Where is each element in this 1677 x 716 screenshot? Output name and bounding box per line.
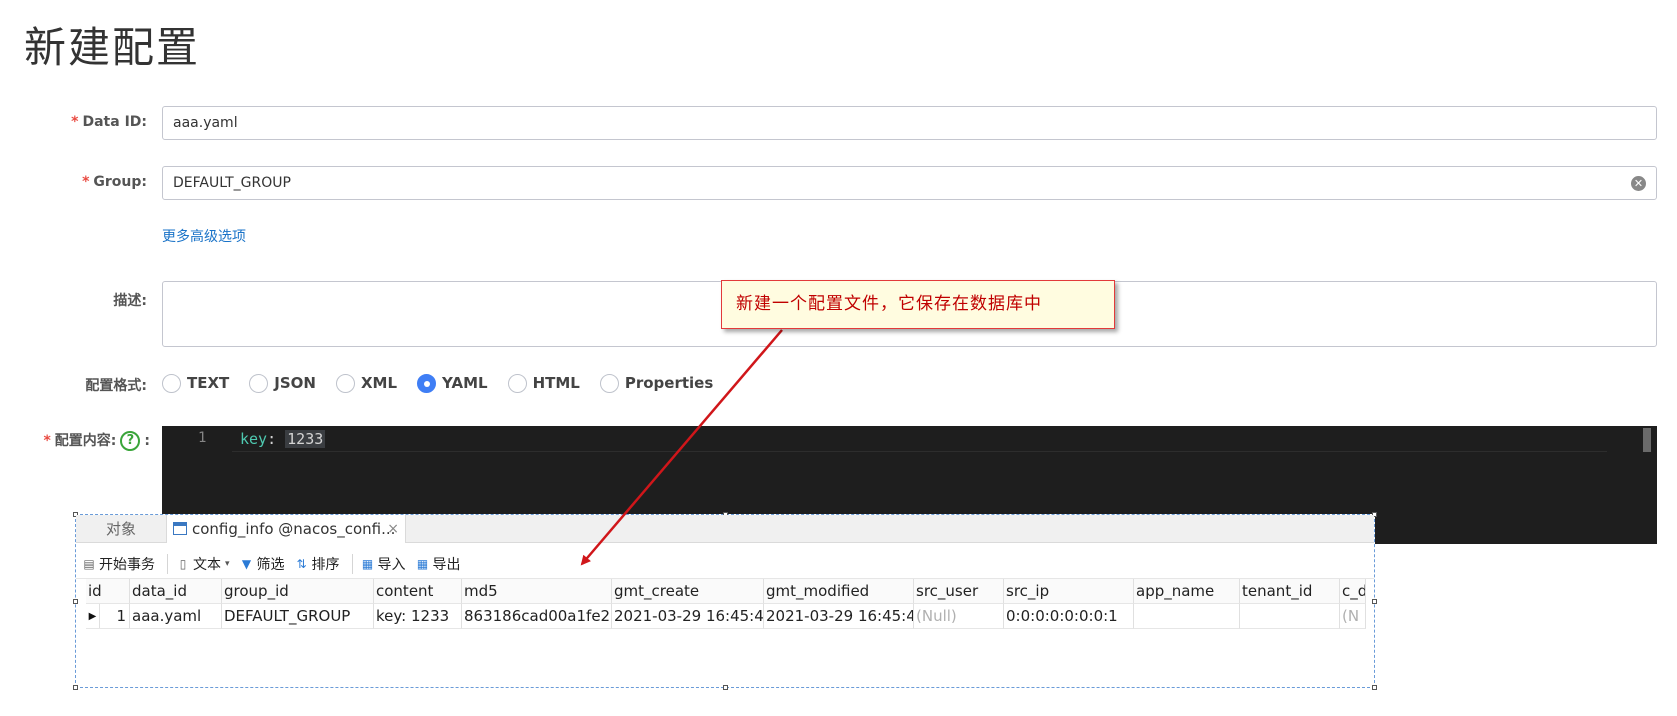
sort-button[interactable]: ⇅ 排序 bbox=[295, 554, 340, 574]
toolbar-divider bbox=[351, 553, 353, 574]
cell-src-user[interactable]: (Null) bbox=[914, 604, 1004, 629]
format-label: 配置格式: bbox=[85, 378, 147, 394]
resize-handle[interactable] bbox=[73, 685, 78, 690]
column-header-app-name[interactable]: app_name bbox=[1134, 579, 1240, 604]
help-icon[interactable]: ? bbox=[120, 431, 141, 451]
export-icon: ▦ bbox=[416, 556, 429, 571]
cell-app-name[interactable] bbox=[1134, 604, 1240, 629]
required-mark: * bbox=[71, 114, 79, 130]
group-input[interactable]: DEFAULT_GROUP ✕ bbox=[162, 166, 1657, 200]
column-header-src-ip[interactable]: src_ip bbox=[1004, 579, 1134, 604]
cell-content[interactable]: key: 1233 bbox=[374, 604, 462, 629]
resize-handle[interactable] bbox=[1372, 599, 1377, 604]
format-radio-group: TEXT JSON XML YAML HTML Properties bbox=[162, 372, 733, 394]
column-header-md5[interactable]: md5 bbox=[462, 579, 612, 604]
cell-md5[interactable]: 863186cad00a1fe2a bbox=[462, 604, 612, 629]
data-id-label: * Data ID: bbox=[71, 114, 147, 130]
advanced-options-link[interactable]: 更多高级选项 bbox=[162, 226, 246, 246]
column-header-gmt-create[interactable]: gmt_create bbox=[612, 579, 764, 604]
resize-handle[interactable] bbox=[723, 685, 728, 690]
table-icon bbox=[173, 522, 187, 535]
cell-gmt-create[interactable]: 2021-03-29 16:45:47 bbox=[612, 604, 764, 629]
page-title: 新建配置 bbox=[24, 23, 201, 72]
group-value: DEFAULT_GROUP bbox=[173, 175, 291, 191]
format-option-json[interactable]: JSON bbox=[249, 373, 316, 393]
tab-objects[interactable]: 对象 bbox=[76, 515, 166, 543]
radio-icon bbox=[249, 373, 269, 393]
cell-data-id[interactable]: aaa.yaml bbox=[130, 604, 222, 629]
filter-icon: ▼ bbox=[241, 556, 252, 571]
cell-id: ▶ 1 bbox=[86, 604, 130, 629]
filter-button[interactable]: ▼ 筛选 bbox=[240, 554, 285, 574]
column-header-data-id[interactable]: data_id bbox=[130, 579, 222, 604]
column-header-src-user[interactable]: src_user bbox=[914, 579, 1004, 604]
editor-scrollbar[interactable] bbox=[1643, 428, 1651, 452]
format-option-yaml[interactable]: YAML bbox=[417, 373, 488, 393]
begin-transaction-button[interactable]: ▤ 开始事务 bbox=[82, 554, 155, 574]
required-mark: * bbox=[43, 433, 51, 449]
yaml-value: 1233 bbox=[285, 430, 326, 448]
radio-icon bbox=[162, 373, 181, 393]
current-line-highlight bbox=[232, 428, 1607, 452]
required-mark: * bbox=[82, 174, 90, 190]
tab-config-info[interactable]: config_info @nacos_confi... × bbox=[166, 515, 406, 543]
row-pointer-icon: ▶ bbox=[86, 604, 100, 628]
code-line: key: 1233 bbox=[240, 430, 326, 448]
clear-icon[interactable]: ✕ bbox=[1631, 176, 1646, 191]
format-option-properties[interactable]: Properties bbox=[599, 373, 713, 393]
yaml-separator: : bbox=[267, 430, 277, 448]
export-button[interactable]: ▦ 导出 bbox=[416, 554, 461, 574]
column-header-gmt-modified[interactable]: gmt_modified bbox=[764, 579, 914, 604]
format-option-xml[interactable]: XML bbox=[335, 373, 397, 393]
cell-tenant-id[interactable] bbox=[1240, 604, 1340, 629]
dropdown-arrow-icon: ▾ bbox=[225, 558, 230, 569]
radio-icon bbox=[335, 373, 355, 393]
yaml-key: key bbox=[240, 430, 268, 448]
content-label: * 配置内容:?: bbox=[43, 431, 150, 451]
sort-icon: ⇅ bbox=[296, 556, 307, 571]
description-label: 描述: bbox=[113, 293, 147, 309]
close-icon[interactable]: × bbox=[387, 515, 399, 543]
line-number: 1 bbox=[198, 430, 207, 446]
cell-group-id[interactable]: DEFAULT_GROUP bbox=[222, 604, 374, 629]
db-toolbar: ▤ 开始事务 ▯ 文本 ▾ ▼ 筛选 ⇅ 排序 ▦ 导入 ▦ 导出 bbox=[76, 549, 1374, 579]
format-option-text[interactable]: TEXT bbox=[162, 373, 229, 393]
toolbar-divider bbox=[167, 553, 168, 574]
group-label: * Group: bbox=[82, 174, 147, 190]
db-result-panel: 对象 config_info @nacos_confi... × ▤ 开始事务 ▯… bbox=[73, 512, 1377, 690]
data-id-input[interactable]: aaa.yaml bbox=[162, 106, 1657, 140]
import-icon: ▦ bbox=[361, 556, 374, 571]
cell-src-ip[interactable]: 0:0:0:0:0:0:0:1 bbox=[1004, 604, 1134, 629]
column-header-c-desc[interactable]: c_d bbox=[1340, 579, 1366, 604]
cell-gmt-modified[interactable]: 2021-03-29 16:45:47 bbox=[764, 604, 914, 629]
data-grid: id data_id group_id content md5 gmt_crea… bbox=[86, 579, 1366, 629]
column-header-content[interactable]: content bbox=[374, 579, 462, 604]
column-header-tenant-id[interactable]: tenant_id bbox=[1240, 579, 1340, 604]
radio-checked-icon bbox=[417, 373, 437, 393]
transaction-icon: ▤ bbox=[83, 556, 95, 571]
text-view-button[interactable]: ▯ 文本 ▾ bbox=[176, 554, 230, 574]
radio-icon bbox=[507, 373, 527, 393]
table-row[interactable]: ▶ 1 aaa.yaml DEFAULT_GROUP key: 1233 863… bbox=[86, 604, 1366, 629]
db-tab-bar: 对象 config_info @nacos_confi... × bbox=[76, 515, 1374, 543]
format-option-html[interactable]: HTML bbox=[507, 373, 580, 393]
grid-header-row: id data_id group_id content md5 gmt_crea… bbox=[86, 579, 1366, 604]
document-icon: ▯ bbox=[179, 556, 187, 571]
column-header-group-id[interactable]: group_id bbox=[222, 579, 374, 604]
resize-handle[interactable] bbox=[1372, 685, 1377, 690]
resize-handle[interactable] bbox=[73, 599, 78, 604]
annotation-callout: 新建一个配置文件，它保存在数据库中 bbox=[721, 280, 1115, 329]
column-header-id[interactable]: id bbox=[86, 579, 130, 604]
radio-icon bbox=[599, 373, 619, 393]
cell-c-desc[interactable]: (N bbox=[1340, 604, 1366, 629]
import-button[interactable]: ▦ 导入 bbox=[361, 554, 406, 574]
